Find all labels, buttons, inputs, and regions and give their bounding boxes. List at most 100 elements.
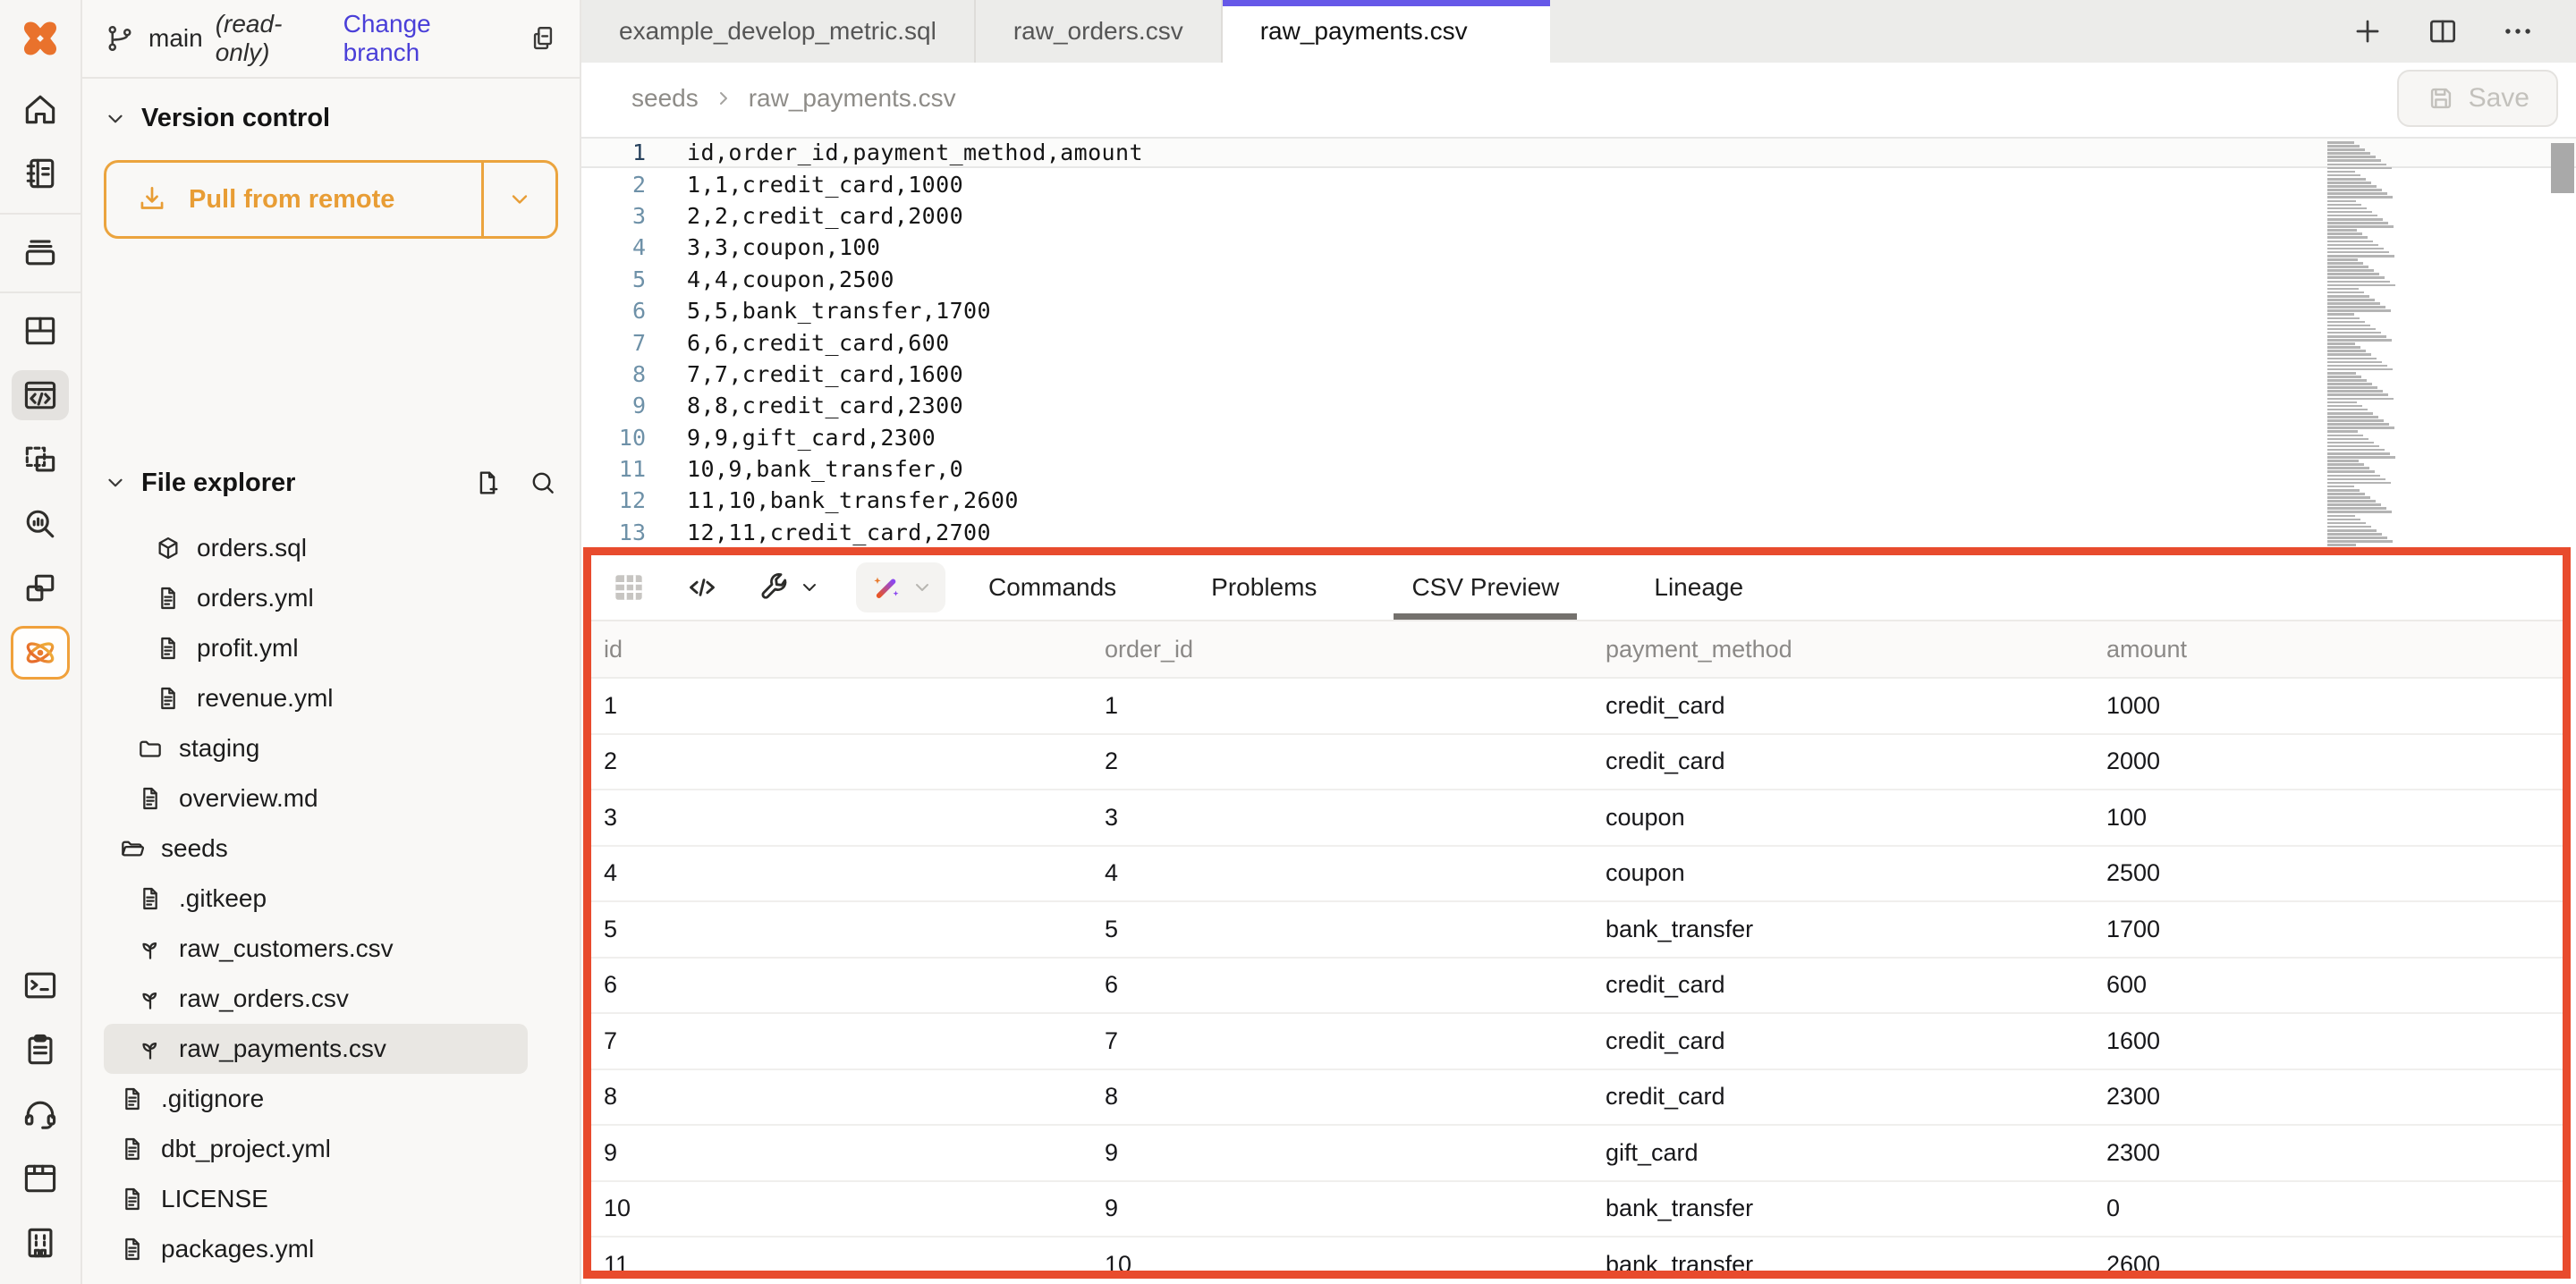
tab-commands[interactable]: Commands <box>985 555 1120 620</box>
code-editor-icon[interactable] <box>0 363 80 427</box>
version-control-header[interactable]: Version control <box>104 104 558 133</box>
scrollbar-thumb[interactable] <box>2551 143 2574 193</box>
cell-amount: 100 <box>2094 804 2563 832</box>
branch-mode-label: (read-only) <box>216 10 331 67</box>
pull-from-remote-button[interactable]: Pull from remote <box>104 160 558 239</box>
frame-select-icon[interactable] <box>0 427 80 492</box>
csv-preview-header-row: id order_id payment_method amount <box>591 621 2563 679</box>
app-logo-icon[interactable] <box>0 0 80 77</box>
branch-bar: main (read-only) Change branch <box>82 0 580 79</box>
icon-rail <box>0 0 82 1284</box>
staging[interactable]: staging <box>104 723 528 773</box>
packages.yml[interactable]: packages.yml <box>104 1224 528 1274</box>
save-label: Save <box>2469 83 2529 114</box>
.gitignore[interactable]: .gitignore <box>104 1074 528 1124</box>
save-button[interactable]: Save <box>2397 70 2558 127</box>
warehouse-stack-icon[interactable] <box>0 220 80 284</box>
cell-id: 11 <box>591 1251 1092 1271</box>
magic-wand-icon <box>869 570 904 605</box>
raw_orders.csv[interactable]: raw_orders.csv <box>104 974 528 1024</box>
pull-options-caret[interactable] <box>481 163 555 236</box>
tab-raw-payments-csv[interactable]: raw_payments.csv <box>1223 0 1550 63</box>
cell-payment-method: credit_card <box>1593 1083 2094 1111</box>
split-view-icon[interactable] <box>2426 14 2460 48</box>
tab-close-icon[interactable] <box>1489 20 1513 43</box>
editor-scrollbar[interactable] <box>2549 134 2576 547</box>
line-text: 11,10,bank_transfer,2600 <box>687 487 1019 513</box>
file-explorer-header[interactable]: File explorer <box>104 468 558 498</box>
home-icon[interactable] <box>0 77 80 141</box>
line-text: 8,8,credit_card,2300 <box>687 393 963 418</box>
line-text: 4,4,coupon,2500 <box>687 266 894 292</box>
more-options-icon[interactable] <box>2501 14 2535 48</box>
raw_customers.csv[interactable]: raw_customers.csv <box>104 924 528 974</box>
build-tools-dropdown[interactable] <box>756 570 820 605</box>
breadcrumb-folder[interactable]: seeds <box>631 84 699 113</box>
clipboard-icon[interactable] <box>0 1018 80 1082</box>
git-branch-icon <box>104 22 136 55</box>
tab-example-develop-metric-sql[interactable]: example_develop_metric.sql <box>581 0 976 63</box>
line-text: 1,1,credit_card,1000 <box>687 172 963 198</box>
column-header-id: id <box>591 636 1092 663</box>
minimap[interactable] <box>2327 141 2399 547</box>
table-row: 7 7 credit_card 1600 <box>591 1014 2563 1070</box>
cell-amount: 2500 <box>2094 859 2563 887</box>
.gitkeep[interactable]: .gitkeep <box>104 874 528 924</box>
insights-search-icon[interactable] <box>0 492 80 556</box>
file-tree: orders.sql orders.yml profit.yml revenue… <box>104 523 558 1284</box>
code-editor[interactable]: 1 id,order_id,payment_method,amount 2 1,… <box>581 134 2576 547</box>
table-row: 8 8 credit_card 2300 <box>591 1070 2563 1127</box>
terminal-icon[interactable] <box>0 953 80 1018</box>
line-number: 13 <box>581 520 687 545</box>
orders.sql[interactable]: orders.sql <box>104 523 528 573</box>
support-headset-icon[interactable] <box>0 1082 80 1146</box>
search-icon[interactable] <box>528 468 558 498</box>
tab-csv-preview[interactable]: CSV Preview <box>1408 555 1563 620</box>
revenue.yml[interactable]: revenue.yml <box>104 673 528 723</box>
line-number: 10 <box>581 425 687 451</box>
profit.yml[interactable]: profit.yml <box>104 623 528 673</box>
orders.yml[interactable]: orders.yml <box>104 573 528 623</box>
cell-payment-method: bank_transfer <box>1593 1195 2094 1222</box>
table-row: 4 4 coupon 2500 <box>591 847 2563 903</box>
LICENSE[interactable]: LICENSE <box>104 1174 528 1224</box>
csv-preview-table: 1 1 credit_card 1000 2 2 credit_card 200… <box>591 679 2563 1271</box>
cell-order-id: 5 <box>1092 916 1593 943</box>
line-text: 9,9,gift_card,2300 <box>687 425 936 451</box>
cell-payment-method: credit_card <box>1593 971 2094 999</box>
magic-wand-dropdown[interactable] <box>856 562 945 612</box>
raw_payments.csv[interactable]: raw_payments.csv <box>104 1024 528 1074</box>
wrench-icon <box>756 570 792 605</box>
dbt_project.yml[interactable]: dbt_project.yml <box>104 1124 528 1174</box>
compiled-code-icon[interactable] <box>684 570 720 605</box>
change-branch-link[interactable]: Change branch <box>343 10 506 67</box>
tab-raw-orders-csv[interactable]: raw_orders.csv <box>976 0 1223 63</box>
browser-window-icon[interactable] <box>0 1146 80 1211</box>
chevron-down-icon <box>104 107 127 131</box>
cell-payment-method: credit_card <box>1593 1027 2094 1055</box>
save-floppy-icon <box>2426 83 2456 114</box>
windows-icon[interactable] <box>0 556 80 621</box>
atom-icon[interactable] <box>0 621 80 685</box>
results-table-icon[interactable] <box>609 568 648 607</box>
dashboard-icon[interactable] <box>0 299 80 363</box>
editor-tabs: example_develop_metric.sql raw_orders.cs… <box>581 0 1550 63</box>
cell-id: 6 <box>591 971 1092 999</box>
line-number: 6 <box>581 298 687 324</box>
branch-name: main <box>148 24 203 53</box>
bottom-panel-tabs: Commands Problems CSV Preview Lineage <box>985 555 1747 620</box>
cell-order-id: 2 <box>1092 748 1593 775</box>
table-row: 10 9 bank_transfer 0 <box>591 1182 2563 1238</box>
copy-icon[interactable] <box>528 23 558 54</box>
new-tab-plus-icon[interactable] <box>2351 14 2385 48</box>
notebook-icon[interactable] <box>0 141 80 206</box>
new-file-icon[interactable] <box>472 468 503 498</box>
tab-problems[interactable]: Problems <box>1208 555 1320 620</box>
breadcrumb-file: raw_payments.csv <box>749 84 956 113</box>
tab-lineage[interactable]: Lineage <box>1650 555 1747 620</box>
overview.md[interactable]: overview.md <box>104 773 528 824</box>
seeds[interactable]: seeds <box>104 824 528 874</box>
cell-amount: 2600 <box>2094 1251 2563 1271</box>
pull-from-remote-main[interactable]: Pull from remote <box>106 163 481 236</box>
organization-icon[interactable] <box>0 1211 80 1275</box>
